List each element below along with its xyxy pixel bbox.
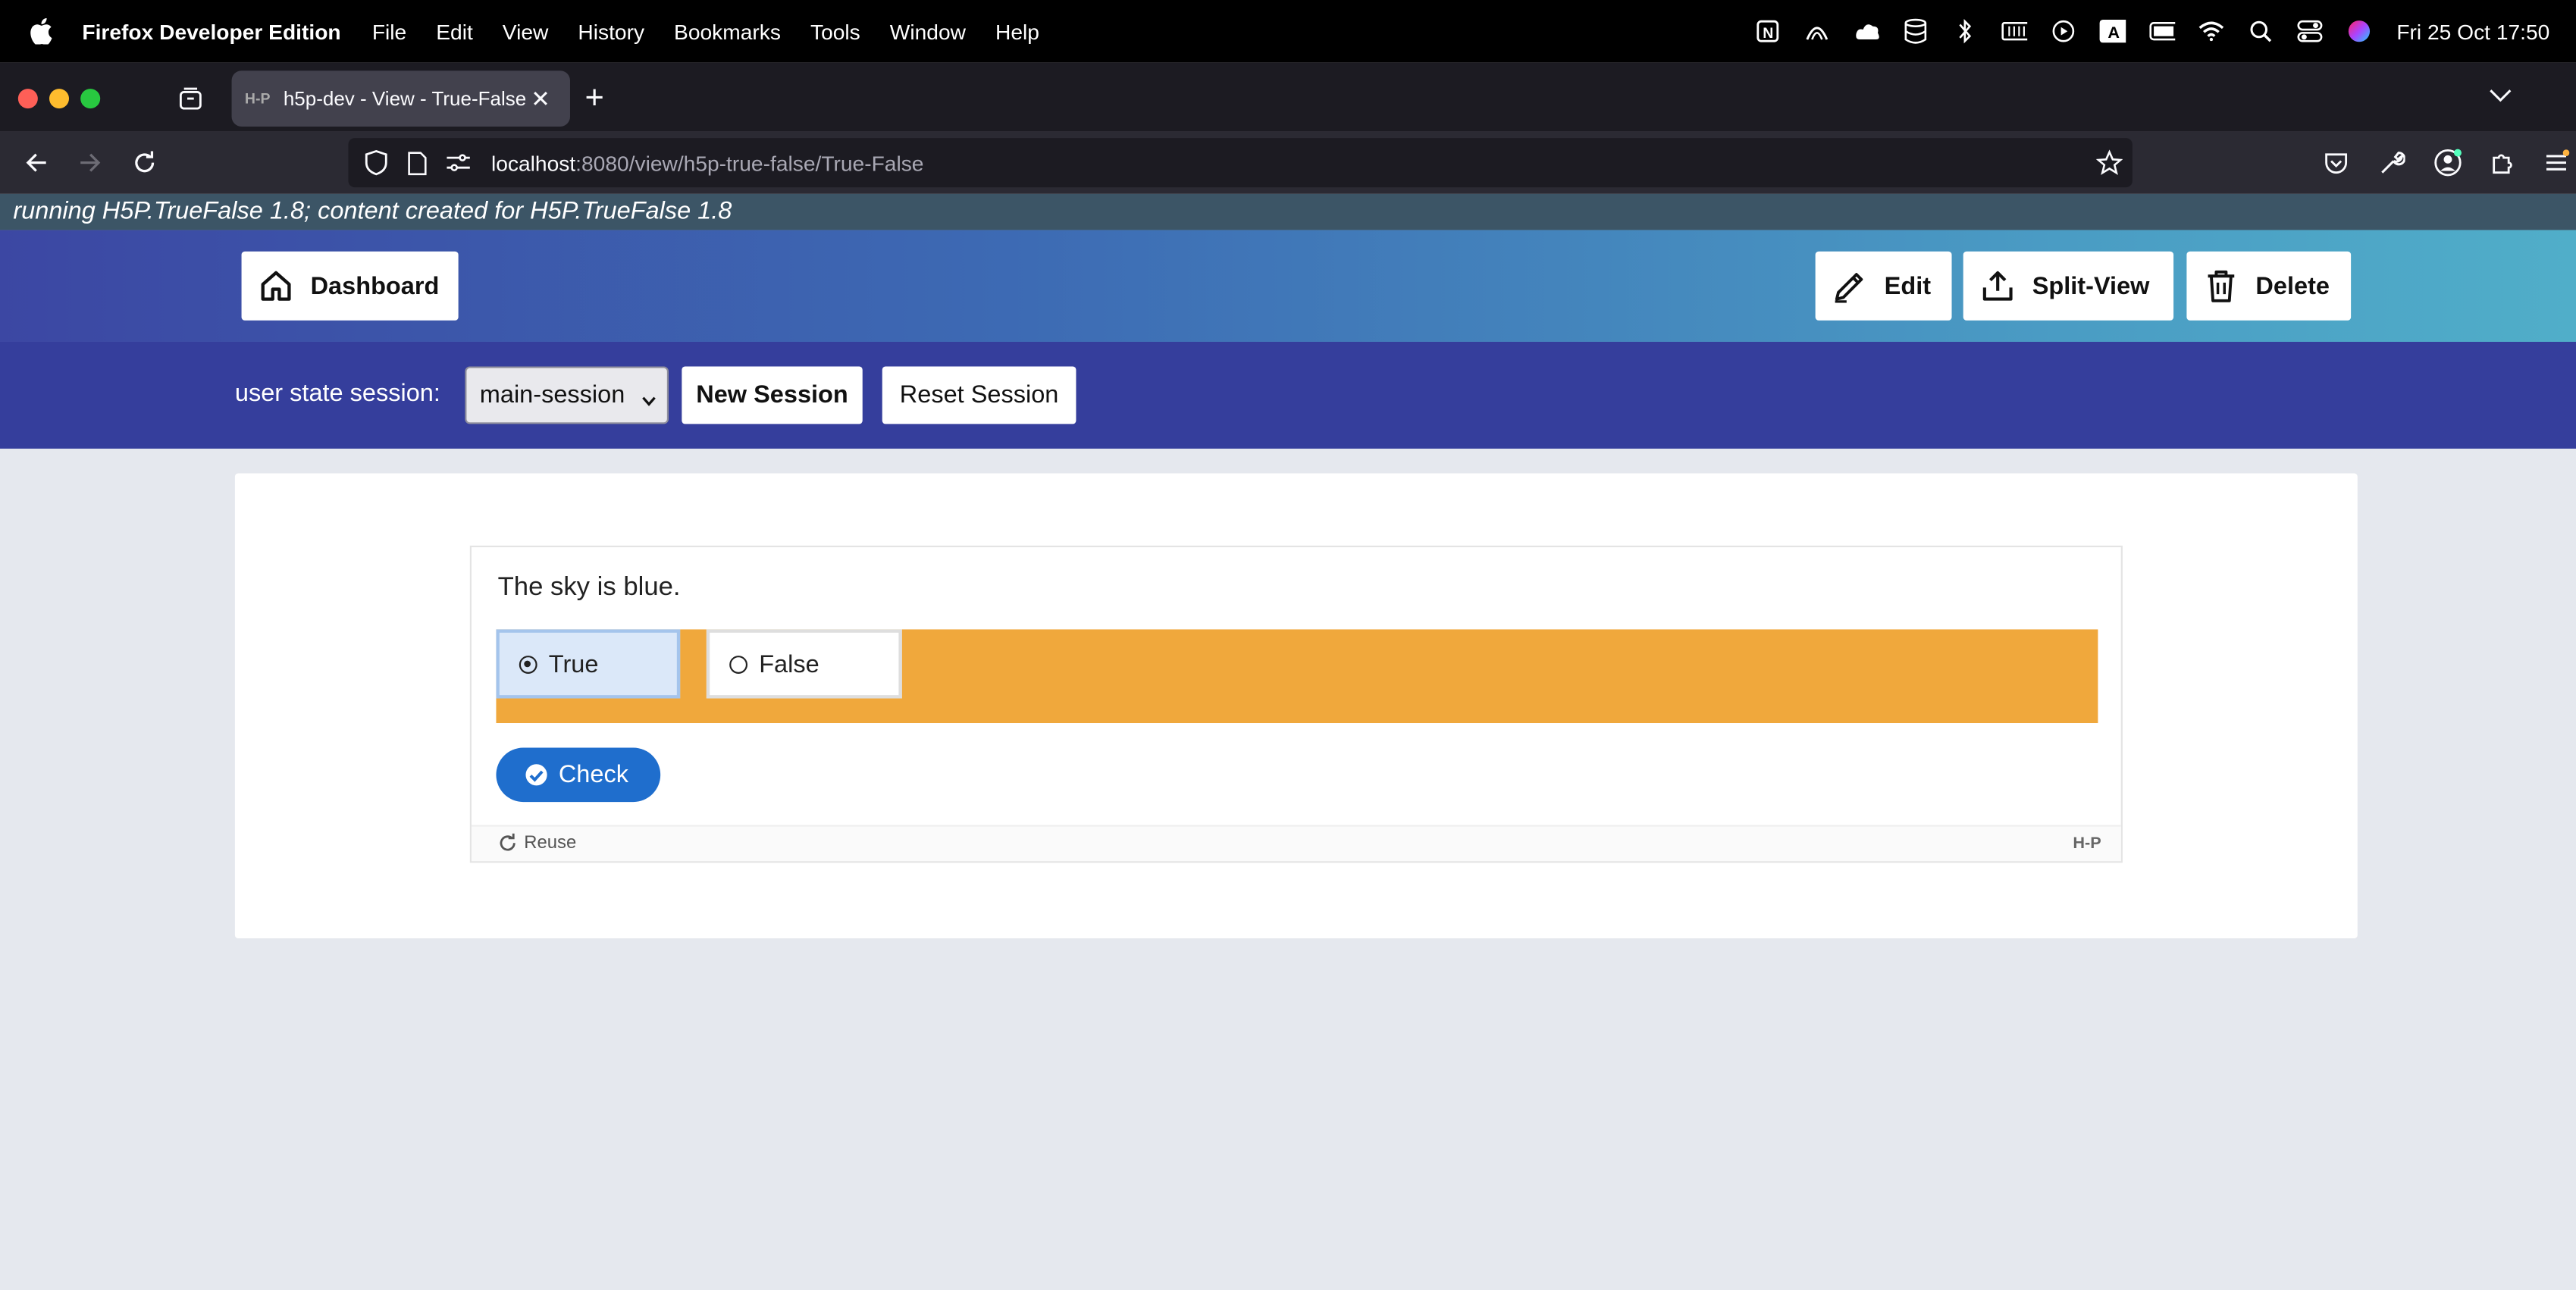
content-card: The sky is blue. True False Check Reuse <box>234 473 2358 939</box>
cloud-icon[interactable] <box>1853 18 1879 45</box>
notion-icon[interactable]: N <box>1754 18 1781 45</box>
menu-window[interactable]: Window <box>890 19 966 44</box>
window-controls <box>17 89 101 109</box>
siri-icon[interactable] <box>2346 18 2372 45</box>
session-selected-value: main-session <box>479 381 625 409</box>
tracking-shield-icon[interactable] <box>363 149 390 176</box>
wrench-icon[interactable] <box>2377 148 2407 177</box>
h5p-true-false: The sky is blue. True False Check Reuse <box>469 545 2123 863</box>
status-area: N A Fri 25 Oct 17:50 <box>1743 0 2576 62</box>
chevron-down-icon <box>641 388 657 406</box>
menu-view[interactable]: View <box>503 19 549 44</box>
new-session-button[interactable]: New Session <box>682 366 863 424</box>
browser-tabbar: H-P h5p-dev - View - True-False ✕ + <box>0 62 2576 132</box>
svg-text:A: A <box>2107 23 2120 42</box>
url-path: :8080/view/h5p-true-false/True-False <box>575 150 924 175</box>
minimize-window-button[interactable] <box>49 89 70 109</box>
play-circle-icon[interactable] <box>2050 18 2076 45</box>
chevron-down-icon[interactable] <box>2487 82 2514 108</box>
app-menu-icon[interactable] <box>2542 148 2571 177</box>
delete-label: Delete <box>2255 271 2330 300</box>
extensions-icon[interactable] <box>2487 148 2517 177</box>
pocket-icon[interactable] <box>2321 148 2351 177</box>
url-text[interactable]: localhost:8080/view/h5p-true-false/True-… <box>491 150 924 175</box>
zoom-window-button[interactable] <box>80 89 101 109</box>
memory-icon[interactable] <box>2001 18 2027 45</box>
reuse-label: Reuse <box>524 833 577 853</box>
database-icon[interactable] <box>1902 18 1929 45</box>
trash-icon <box>2203 268 2239 304</box>
arc-icon[interactable] <box>1804 18 1830 45</box>
keyboard-input-icon[interactable]: A <box>2099 18 2126 45</box>
tab-active[interactable]: H-P h5p-dev - View - True-False ✕ <box>231 70 570 127</box>
run-info: running H5P.TrueFalse 1.8; content creat… <box>0 193 2576 230</box>
search-icon[interactable] <box>2247 18 2274 45</box>
menu-file[interactable]: File <box>372 19 406 44</box>
check-label: Check <box>558 760 628 789</box>
tab-title: h5p-dev - View - True-False <box>283 86 527 111</box>
account-icon[interactable] <box>2433 148 2462 177</box>
menu-tools[interactable]: Tools <box>810 19 860 44</box>
close-window-button[interactable] <box>17 89 38 109</box>
answer-true[interactable]: True <box>496 629 681 699</box>
page-icon[interactable] <box>404 149 431 176</box>
apple-icon[interactable] <box>30 17 56 45</box>
session-label: user state session: <box>234 379 440 408</box>
share-upload-icon <box>1979 268 2016 304</box>
page-header: Dashboard Edit Split-View Delete <box>0 230 2576 342</box>
url-host: localhost <box>490 150 576 175</box>
split-view-button[interactable]: Split-View <box>1963 251 2174 321</box>
delete-button[interactable]: Delete <box>2186 251 2352 321</box>
edit-button[interactable]: Edit <box>1815 251 1952 321</box>
reuse-button[interactable]: Reuse <box>498 833 577 853</box>
h5p-favicon-icon: H-P <box>244 90 271 107</box>
session-select[interactable]: main-session <box>465 366 669 424</box>
new-tab-icon[interactable]: + <box>584 80 603 118</box>
answer-true-label: True <box>548 650 599 678</box>
bookmark-star-icon[interactable] <box>2095 149 2123 176</box>
battery-icon[interactable] <box>2148 18 2175 45</box>
browser-navbar: localhost:8080/view/h5p-true-false/True-… <box>0 131 2576 194</box>
bluetooth-icon[interactable] <box>1951 18 1978 45</box>
h5p-logo[interactable]: H-P <box>2073 834 2101 853</box>
home-icon <box>258 268 294 304</box>
menubar-clock[interactable]: Fri 25 Oct 17:50 <box>2396 19 2549 44</box>
radio-unselected-icon <box>729 655 748 673</box>
menu-bookmarks[interactable]: Bookmarks <box>674 19 781 44</box>
control-center-icon[interactable] <box>2296 18 2323 45</box>
radio-selected-icon <box>519 655 537 673</box>
tab-overview-icon[interactable] <box>176 84 205 114</box>
svg-text:N: N <box>1763 25 1773 42</box>
url-bar[interactable]: localhost:8080/view/h5p-true-false/True-… <box>348 138 2133 188</box>
close-tab-icon[interactable]: ✕ <box>528 85 554 113</box>
menu-edit[interactable]: Edit <box>436 19 473 44</box>
split-view-label: Split-View <box>2032 271 2150 300</box>
dashboard-button[interactable]: Dashboard <box>241 251 459 321</box>
answer-false[interactable]: False <box>706 629 902 699</box>
reload-icon[interactable] <box>130 148 159 177</box>
h5p-footer: Reuse H-P <box>471 825 2121 862</box>
back-icon[interactable] <box>21 148 51 177</box>
wifi-icon[interactable] <box>2198 18 2224 45</box>
check-button[interactable]: Check <box>496 747 661 803</box>
permissions-icon[interactable] <box>445 149 472 176</box>
forward-icon[interactable] <box>76 148 105 177</box>
reuse-refresh-icon <box>500 833 516 851</box>
dashboard-label: Dashboard <box>310 271 440 300</box>
session-bar: user state session: main-session New Ses… <box>0 341 2576 449</box>
menu-help[interactable]: Help <box>995 19 1039 44</box>
reset-session-button[interactable]: Reset Session <box>882 366 1076 424</box>
checkmark-circle-icon <box>525 764 547 786</box>
pencil-icon <box>1832 268 1868 304</box>
answer-false-label: False <box>759 650 819 678</box>
edit-label: Edit <box>1884 271 1932 300</box>
app-name[interactable]: Firefox Developer Edition <box>82 19 340 44</box>
answer-bar: True False <box>496 629 2098 724</box>
menu-history[interactable]: History <box>578 19 644 44</box>
question-text: The sky is blue. <box>497 573 681 602</box>
macos-menubar: Firefox Developer Edition File Edit View… <box>0 0 2576 63</box>
